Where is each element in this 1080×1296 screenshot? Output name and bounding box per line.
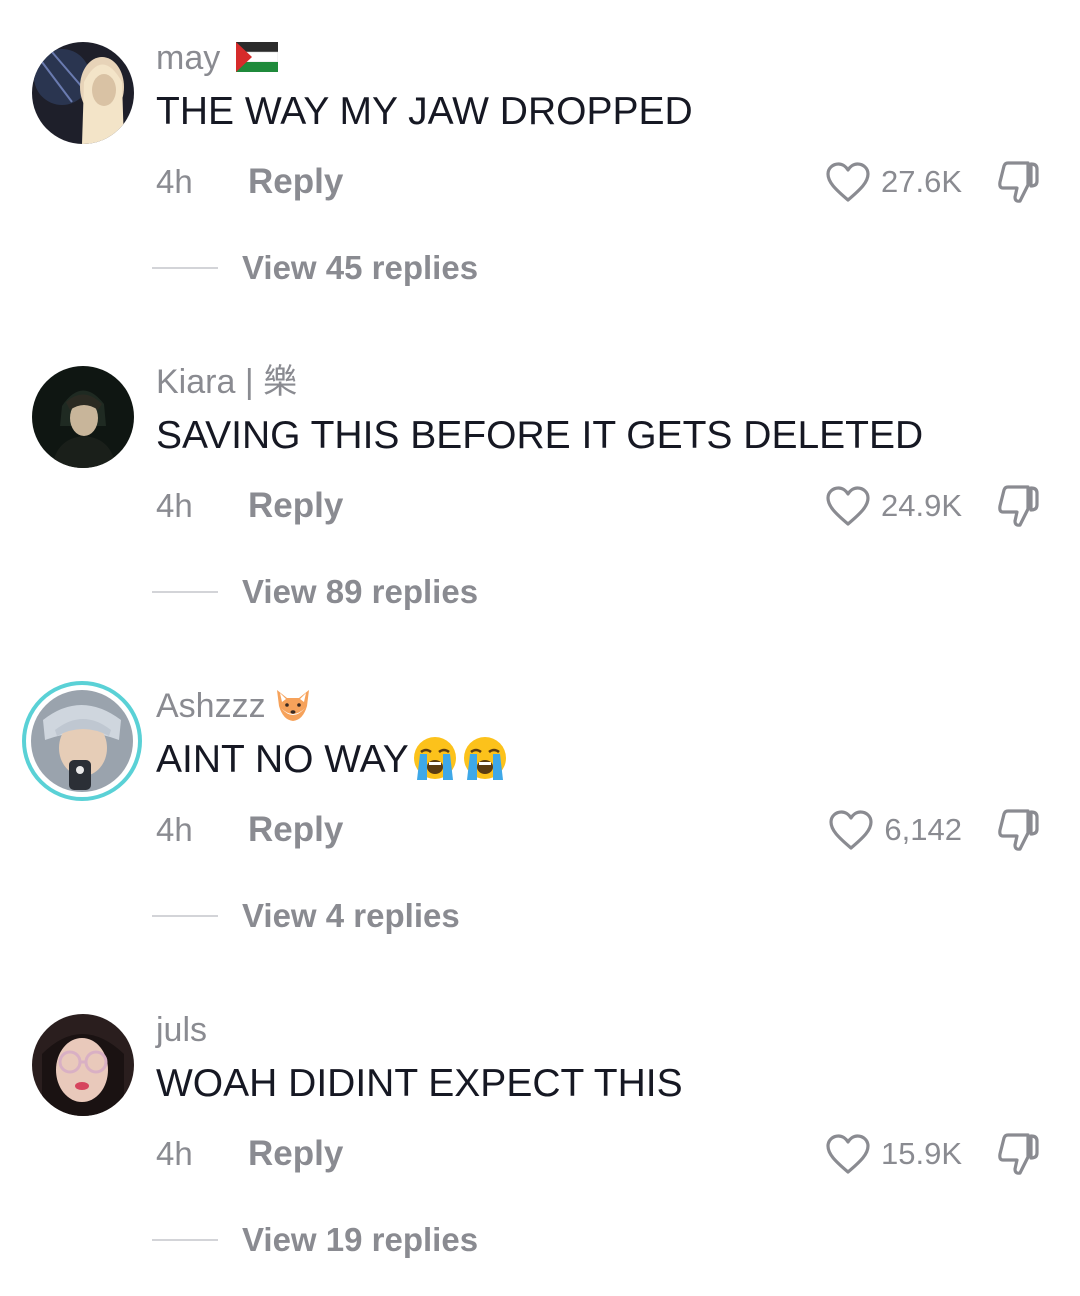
thumbs-down-outline-icon xyxy=(998,809,1039,851)
comment-timestamp: 4h xyxy=(156,487,193,524)
avatar[interactable] xyxy=(32,42,134,144)
comment-item: Ashzzz AINT NO WAY 4h Reply 6,142 View 4… xyxy=(0,648,1080,972)
like-button[interactable]: 6,142 xyxy=(828,806,962,854)
comment-timestamp: 4h xyxy=(156,163,193,200)
palestine-flag-icon xyxy=(235,42,278,73)
avatar[interactable] xyxy=(32,1014,134,1116)
like-button[interactable]: 27.6K xyxy=(825,158,962,206)
reply-button[interactable]: Reply xyxy=(248,1133,343,1175)
reply-button[interactable]: Reply xyxy=(248,161,343,203)
loudly-crying-face-emoji xyxy=(463,736,506,780)
like-count: 6,142 xyxy=(884,812,962,847)
heart-outline-icon xyxy=(826,162,870,202)
view-replies-label: View 19 replies xyxy=(242,1221,479,1258)
like-count: 15.9K xyxy=(880,1136,962,1171)
view-replies-button[interactable]: View 89 replies xyxy=(152,570,478,614)
comment-text: WOAH DIDINT EXPECT THIS xyxy=(156,1062,683,1105)
username[interactable]: may xyxy=(156,36,278,80)
comment-text: AINT NO WAY xyxy=(156,736,509,784)
dislike-button[interactable] xyxy=(994,482,1044,530)
view-replies-button[interactable]: View 19 replies xyxy=(152,1218,478,1262)
comment-timestamp: 4h xyxy=(156,1135,193,1172)
comment-item: Kiara | 樂 SAVING THIS BEFORE IT GETS DEL… xyxy=(0,324,1080,648)
like-count: 24.9K xyxy=(880,488,962,523)
heart-outline-icon xyxy=(826,486,870,526)
comment-text: SAVING THIS BEFORE IT GETS DELETED xyxy=(156,414,924,457)
loudly-crying-face-emoji xyxy=(413,736,456,780)
fox-face-emoji xyxy=(277,690,310,722)
thumbs-down-outline-icon xyxy=(998,1133,1039,1175)
view-replies-button[interactable]: View 45 replies xyxy=(152,246,478,290)
username[interactable]: Kiara | 樂 xyxy=(156,360,297,404)
dislike-button[interactable] xyxy=(994,806,1044,854)
divider-line xyxy=(152,1239,218,1241)
avatar-story-ring[interactable] xyxy=(22,681,142,801)
dislike-button[interactable] xyxy=(994,1130,1044,1178)
divider-line xyxy=(152,591,218,593)
comment-item: juls WOAH DIDINT EXPECT THIS 4h Reply 15… xyxy=(0,972,1080,1296)
like-button[interactable]: 24.9K xyxy=(825,482,962,530)
heart-outline-icon xyxy=(829,810,874,850)
username[interactable]: Ashzzz xyxy=(156,684,313,728)
heart-outline-icon xyxy=(826,1134,870,1174)
thumbs-down-outline-icon xyxy=(998,161,1039,203)
divider-line xyxy=(152,915,218,917)
view-replies-button[interactable]: View 4 replies xyxy=(152,894,460,938)
thumbs-down-outline-icon xyxy=(998,485,1039,527)
comment-timestamp: 4h xyxy=(156,811,193,848)
divider-line xyxy=(152,267,218,269)
comment-text: THE WAY MY JAW DROPPED xyxy=(156,90,693,133)
view-replies-label: View 4 replies xyxy=(242,897,460,934)
like-button[interactable]: 15.9K xyxy=(825,1130,962,1178)
like-count: 27.6K xyxy=(880,164,962,199)
reply-button[interactable]: Reply xyxy=(248,809,343,851)
comment-item: may THE WAY MY JAW DROPPED 4h Reply 27.6… xyxy=(0,0,1080,324)
reply-button[interactable]: Reply xyxy=(248,485,343,527)
avatar xyxy=(31,690,133,792)
avatar[interactable] xyxy=(32,366,134,468)
view-replies-label: View 45 replies xyxy=(242,249,479,286)
username[interactable]: juls xyxy=(156,1008,207,1052)
view-replies-label: View 89 replies xyxy=(242,573,479,610)
dislike-button[interactable] xyxy=(994,158,1044,206)
